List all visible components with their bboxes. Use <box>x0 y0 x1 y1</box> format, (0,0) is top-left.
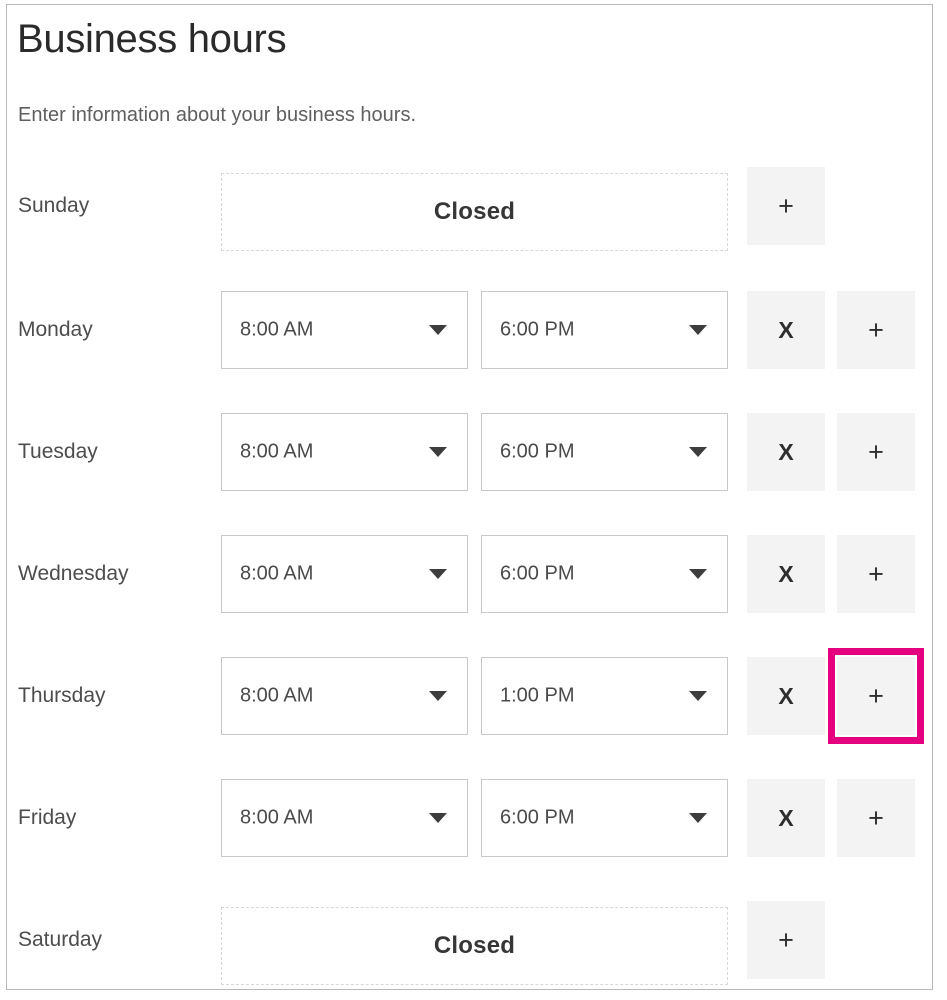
closing-time-select-monday[interactable]: 6:00 PM <box>481 291 728 369</box>
closed-box-sunday[interactable]: Closed <box>221 173 728 251</box>
opening-time-select-monday[interactable]: 8:00 AM <box>221 291 468 369</box>
remove-hours-button-tuesday[interactable]: X <box>747 413 825 491</box>
chevron-down-icon <box>429 813 447 823</box>
remove-hours-button-friday[interactable]: X <box>747 779 825 857</box>
close-icon: X <box>778 438 794 465</box>
day-row-thursday: Thursday 8:00 AM 1:00 PM X + <box>7 648 932 744</box>
closing-time-select-friday[interactable]: 6:00 PM <box>481 779 728 857</box>
add-hours-button-monday[interactable]: + <box>837 291 915 369</box>
chevron-down-icon <box>689 691 707 701</box>
day-label-saturday: Saturday <box>18 928 103 951</box>
closing-time-value: 6:00 PM <box>500 440 575 463</box>
add-hours-button-wednesday[interactable]: + <box>837 535 915 613</box>
day-row-saturday: Saturday Closed + <box>7 901 932 985</box>
closing-time-select-tuesday[interactable]: 6:00 PM <box>481 413 728 491</box>
day-row-monday: Monday 8:00 AM 6:00 PM X + <box>7 291 932 369</box>
opening-time-value: 8:00 AM <box>240 684 314 707</box>
closing-time-value: 6:00 PM <box>500 562 575 585</box>
plus-icon: + <box>778 924 794 955</box>
add-hours-button-thursday[interactable]: + <box>837 657 915 735</box>
closing-time-select-thursday[interactable]: 1:00 PM <box>481 657 728 735</box>
chevron-down-icon <box>689 813 707 823</box>
chevron-down-icon <box>689 569 707 579</box>
page-title: Business hours <box>17 17 287 61</box>
opening-time-value: 8:00 AM <box>240 562 314 585</box>
closing-time-select-wednesday[interactable]: 6:00 PM <box>481 535 728 613</box>
opening-time-value: 8:00 AM <box>240 440 314 463</box>
day-label-sunday: Sunday <box>18 194 90 217</box>
day-row-tuesday: Tuesday 8:00 AM 6:00 PM X + <box>7 413 932 491</box>
business-hours-panel: Business hours Enter information about y… <box>6 4 933 990</box>
chevron-down-icon <box>689 447 707 457</box>
chevron-down-icon <box>429 569 447 579</box>
opening-time-select-thursday[interactable]: 8:00 AM <box>221 657 468 735</box>
day-label-thursday: Thursday <box>18 684 106 707</box>
chevron-down-icon <box>689 325 707 335</box>
remove-hours-button-monday[interactable]: X <box>747 291 825 369</box>
add-hours-button-sunday[interactable]: + <box>747 167 825 245</box>
closing-time-value: 6:00 PM <box>500 806 575 829</box>
plus-icon: + <box>868 802 884 833</box>
day-row-sunday: Sunday Closed + <box>7 167 932 251</box>
page-subtitle: Enter information about your business ho… <box>18 104 416 126</box>
chevron-down-icon <box>429 691 447 701</box>
close-icon: X <box>778 804 794 831</box>
opening-time-select-friday[interactable]: 8:00 AM <box>221 779 468 857</box>
closed-label: Closed <box>433 932 516 959</box>
chevron-down-icon <box>429 325 447 335</box>
opening-time-value: 8:00 AM <box>240 806 314 829</box>
plus-icon: + <box>868 680 884 711</box>
remove-hours-button-wednesday[interactable]: X <box>747 535 825 613</box>
closing-time-value: 1:00 PM <box>500 684 575 707</box>
plus-icon: + <box>778 190 794 221</box>
day-label-wednesday: Wednesday <box>18 562 129 585</box>
day-row-friday: Friday 8:00 AM 6:00 PM X + <box>7 779 932 857</box>
closing-time-value: 6:00 PM <box>500 318 575 341</box>
close-icon: X <box>778 682 794 709</box>
close-icon: X <box>778 316 794 343</box>
remove-hours-button-thursday[interactable]: X <box>747 657 825 735</box>
day-label-friday: Friday <box>18 806 77 829</box>
chevron-down-icon <box>429 447 447 457</box>
opening-time-value: 8:00 AM <box>240 318 314 341</box>
add-hours-button-friday[interactable]: + <box>837 779 915 857</box>
plus-icon: + <box>868 558 884 589</box>
add-hours-button-tuesday[interactable]: + <box>837 413 915 491</box>
opening-time-select-tuesday[interactable]: 8:00 AM <box>221 413 468 491</box>
day-label-tuesday: Tuesday <box>18 440 98 463</box>
plus-icon: + <box>868 314 884 345</box>
closed-label: Closed <box>433 198 516 225</box>
close-icon: X <box>778 560 794 587</box>
opening-time-select-wednesday[interactable]: 8:00 AM <box>221 535 468 613</box>
add-hours-button-saturday[interactable]: + <box>747 901 825 979</box>
closed-box-saturday[interactable]: Closed <box>221 907 728 985</box>
plus-icon: + <box>868 436 884 467</box>
day-label-monday: Monday <box>18 318 93 341</box>
day-row-wednesday: Wednesday 8:00 AM 6:00 PM X + <box>7 535 932 613</box>
